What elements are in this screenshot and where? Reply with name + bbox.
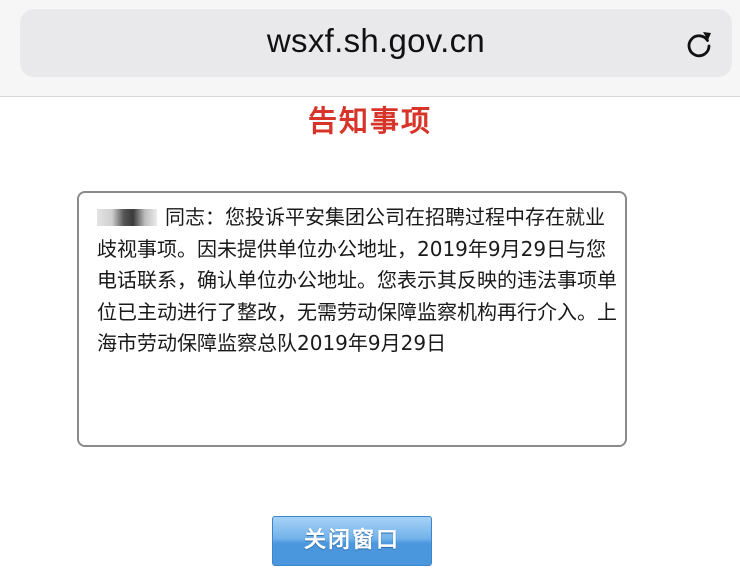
address-bar[interactable]: wsxf.sh.gov.cn	[20, 9, 732, 77]
close-window-button[interactable]: 关闭窗口	[272, 516, 432, 566]
reload-icon[interactable]	[684, 29, 714, 59]
notice-content: 同志：您投诉平安集团公司在招聘过程中存在就业歧视事项。因未提供单位办公地址，20…	[97, 202, 617, 360]
notice-textbox[interactable]: 同志：您投诉平安集团公司在招聘过程中存在就业歧视事项。因未提供单位办公地址，20…	[77, 191, 627, 447]
redacted-name	[97, 209, 157, 226]
browser-toolbar: wsxf.sh.gov.cn	[0, 0, 740, 97]
page-title: 告知事项	[307, 104, 432, 138]
url-text[interactable]: wsxf.sh.gov.cn	[20, 22, 732, 60]
notice-salutation: 同志：	[165, 205, 225, 229]
